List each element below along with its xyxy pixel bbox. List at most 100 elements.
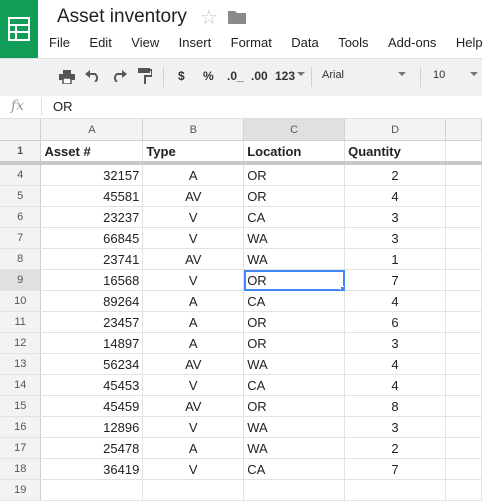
cell[interactable] [445, 458, 482, 480]
row-header[interactable]: 13 [0, 353, 42, 375]
menu-view[interactable]: View [131, 35, 159, 50]
row-header[interactable]: 1 [0, 140, 42, 165]
cell[interactable]: WA [243, 227, 346, 249]
cell[interactable]: V [142, 416, 245, 438]
cell[interactable]: 3 [344, 416, 446, 438]
cell[interactable]: AV [142, 395, 245, 417]
cell[interactable]: AV [142, 353, 245, 375]
cell[interactable]: 4 [344, 185, 446, 207]
cell[interactable]: WA [243, 416, 346, 438]
cell[interactable]: WA [243, 437, 346, 459]
row-header[interactable]: 8 [0, 248, 42, 270]
cell[interactable] [445, 395, 482, 417]
cell[interactable] [142, 479, 245, 501]
cell[interactable] [445, 437, 482, 459]
column-header-a[interactable]: A [40, 119, 144, 141]
cell[interactable] [445, 248, 482, 270]
cell[interactable]: A [142, 437, 245, 459]
paint-format-icon[interactable] [138, 68, 152, 84]
row-header[interactable]: 6 [0, 206, 42, 228]
row-header[interactable]: 7 [0, 227, 42, 249]
cell[interactable] [445, 416, 482, 438]
cell[interactable] [445, 311, 482, 333]
cell[interactable] [445, 479, 482, 501]
cell[interactable] [445, 163, 482, 186]
folder-icon[interactable] [228, 10, 246, 24]
cell[interactable]: 23457 [40, 311, 144, 333]
cell[interactable]: 45453 [40, 374, 144, 396]
row-header[interactable]: 18 [0, 458, 42, 480]
cell[interactable]: A [142, 311, 245, 333]
cell[interactable]: OR [243, 332, 346, 354]
cell[interactable]: 3 [344, 206, 446, 228]
menu-tools[interactable]: Tools [338, 35, 368, 50]
cell[interactable]: 16568 [40, 269, 144, 291]
menu-file[interactable]: File [49, 35, 70, 50]
menu-edit[interactable]: Edit [89, 35, 111, 50]
cell[interactable]: 12896 [40, 416, 144, 438]
more-formats-button[interactable]: 123 [275, 69, 295, 83]
cell[interactable]: Asset # [40, 140, 144, 165]
cell[interactable]: CA [243, 458, 346, 480]
column-header-d[interactable]: D [344, 119, 446, 141]
cell[interactable]: CA [243, 290, 346, 312]
column-header-b[interactable]: B [142, 119, 245, 141]
font-family-select[interactable]: Arial [322, 69, 344, 81]
cell[interactable]: WA [243, 248, 346, 270]
cell[interactable]: OR [243, 395, 346, 417]
cell[interactable]: 4 [344, 290, 446, 312]
currency-format-button[interactable]: $ [178, 69, 185, 83]
cell[interactable]: A [142, 332, 245, 354]
cell[interactable]: 2 [344, 163, 446, 186]
cell[interactable]: 56234 [40, 353, 144, 375]
cell[interactable]: AV [142, 248, 245, 270]
cell[interactable] [445, 290, 482, 312]
cell[interactable]: 45459 [40, 395, 144, 417]
cell[interactable]: 45581 [40, 185, 144, 207]
decrease-decimal-button[interactable]: .0_ [227, 69, 244, 83]
row-header[interactable]: 19 [0, 479, 42, 501]
cell[interactable]: A [142, 163, 245, 186]
row-header[interactable]: 11 [0, 311, 42, 333]
row-header[interactable]: 12 [0, 332, 42, 354]
font-size-select[interactable]: 10 [433, 69, 445, 81]
menu-addons[interactable]: Add-ons [388, 35, 436, 50]
cell[interactable]: 25478 [40, 437, 144, 459]
cell[interactable]: 3 [344, 227, 446, 249]
cell[interactable]: 32157 [40, 163, 144, 186]
menu-insert[interactable]: Insert [179, 35, 212, 50]
sheets-logo[interactable] [0, 0, 38, 58]
cell[interactable] [445, 269, 482, 291]
increase-decimal-button[interactable]: .00 [251, 69, 268, 83]
cell[interactable]: 23741 [40, 248, 144, 270]
column-header-e[interactable] [445, 119, 482, 141]
redo-icon[interactable] [111, 70, 127, 82]
row-header[interactable]: 17 [0, 437, 42, 459]
row-header[interactable]: 9 [0, 269, 42, 291]
cell[interactable]: 2 [344, 437, 446, 459]
cell[interactable]: 3 [344, 332, 446, 354]
cell[interactable]: 6 [344, 311, 446, 333]
cell[interactable]: 7 [344, 269, 446, 291]
cell[interactable]: 1 [344, 248, 446, 270]
cell[interactable]: 14897 [40, 332, 144, 354]
cell[interactable] [445, 227, 482, 249]
cell[interactable]: 89264 [40, 290, 144, 312]
cell[interactable]: 36419 [40, 458, 144, 480]
cell[interactable]: WA [243, 353, 346, 375]
row-header[interactable]: 4 [0, 163, 42, 186]
cell[interactable]: V [142, 206, 245, 228]
menu-format[interactable]: Format [231, 35, 272, 50]
cell[interactable]: AV [142, 185, 245, 207]
cell[interactable] [243, 479, 346, 501]
row-header[interactable]: 10 [0, 290, 42, 312]
document-title[interactable]: Asset inventory [57, 6, 187, 28]
column-header-c[interactable]: C [243, 119, 346, 141]
cell[interactable]: 66845 [40, 227, 144, 249]
cell[interactable] [445, 206, 482, 228]
cell[interactable] [445, 185, 482, 207]
print-icon[interactable] [59, 70, 75, 84]
cell[interactable]: 7 [344, 458, 446, 480]
cell[interactable]: 4 [344, 353, 446, 375]
active-cell[interactable]: OR [243, 269, 346, 291]
